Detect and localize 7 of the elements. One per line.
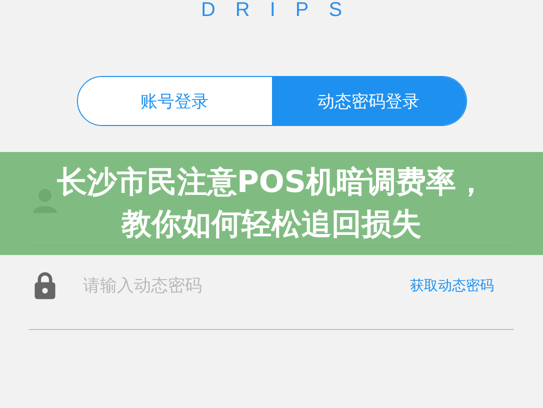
logo-text: DRIPS <box>200 0 364 20</box>
code-input[interactable]: 请输入动态密码 <box>81 274 410 296</box>
login-tab[interactable]: 动态密码登录 <box>272 77 466 125</box>
lock-icon <box>33 272 57 300</box>
login-tab[interactable]: 账号登录 <box>78 77 272 125</box>
get-code-link[interactable]: 获取动态密码 <box>410 276 494 294</box>
headline-text: 长沙市民注意POS机暗调费率，教你如何轻松追回损失 <box>56 164 488 244</box>
